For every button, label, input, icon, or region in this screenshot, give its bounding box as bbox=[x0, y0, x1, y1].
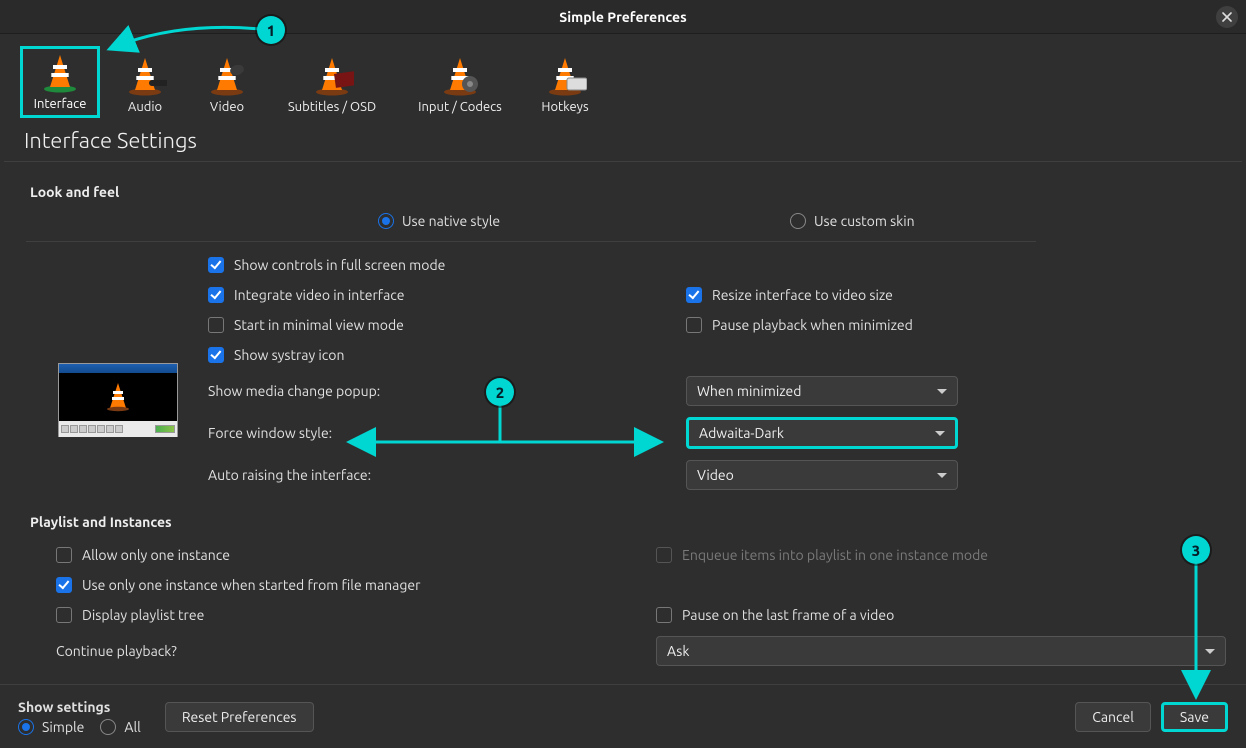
label-media-popup: Show media change popup: bbox=[208, 370, 678, 412]
button-label: Cancel bbox=[1092, 709, 1134, 725]
close-button[interactable] bbox=[1216, 6, 1238, 28]
chk-pause-last-frame[interactable]: Pause on the last frame of a video bbox=[656, 600, 1226, 630]
chevron-down-icon bbox=[1205, 649, 1215, 654]
checkbox-label: Allow only one instance bbox=[82, 547, 230, 563]
select-value: Ask bbox=[667, 643, 689, 659]
checkbox-label: Show systray icon bbox=[234, 347, 344, 363]
checkbox-icon bbox=[208, 347, 224, 363]
tab-label: Audio bbox=[128, 100, 162, 114]
radio-icon bbox=[378, 213, 394, 229]
select-force-window-style[interactable]: Adwaita-Dark bbox=[686, 417, 958, 449]
chk-display-tree[interactable]: Display playlist tree bbox=[56, 600, 636, 630]
show-settings-heading: Show settings bbox=[18, 699, 141, 715]
radio-icon bbox=[100, 719, 116, 735]
tab-codecs[interactable]: Input / Codecs bbox=[400, 52, 520, 118]
checkbox-icon bbox=[56, 577, 72, 593]
chk-pause-minimized[interactable]: Pause playback when minimized bbox=[686, 310, 1216, 340]
cancel-button[interactable]: Cancel bbox=[1075, 702, 1151, 732]
reset-preferences-button[interactable]: Reset Preferences bbox=[165, 702, 314, 732]
checkbox-icon bbox=[686, 287, 702, 303]
radio-icon bbox=[18, 719, 34, 735]
tab-interface[interactable]: Interface bbox=[20, 46, 100, 118]
checkbox-icon bbox=[656, 547, 672, 563]
radio-label: Use custom skin bbox=[814, 213, 915, 229]
close-icon bbox=[1222, 9, 1232, 25]
radio-custom-skin[interactable]: Use custom skin bbox=[790, 213, 915, 229]
interface-preview-thumbnail bbox=[58, 309, 178, 437]
tab-video[interactable]: Video bbox=[190, 52, 264, 118]
radio-icon bbox=[790, 213, 806, 229]
tab-label: Interface bbox=[34, 97, 87, 111]
titlebar: Simple Preferences bbox=[0, 0, 1246, 34]
checkbox-icon bbox=[656, 607, 672, 623]
checkbox-label: Pause playback when minimized bbox=[712, 317, 913, 333]
chk-enqueue: Enqueue items into playlist in one insta… bbox=[656, 540, 1226, 570]
chk-resize-to-video[interactable]: Resize interface to video size bbox=[686, 280, 1216, 310]
tab-label: Input / Codecs bbox=[418, 100, 502, 114]
button-label: Save bbox=[1180, 709, 1209, 725]
section-playlist: Playlist and Instances bbox=[30, 506, 1216, 536]
label-continue-playback: Continue playback? bbox=[56, 630, 636, 672]
bottom-bar: Show settings Simple All Reset Preferenc… bbox=[0, 684, 1246, 748]
select-value: Adwaita-Dark bbox=[699, 425, 784, 441]
radio-label: Simple bbox=[42, 719, 84, 735]
checkbox-icon bbox=[56, 547, 72, 563]
radio-label: Use native style bbox=[402, 213, 500, 229]
window-title: Simple Preferences bbox=[559, 9, 686, 25]
checkbox-icon bbox=[208, 287, 224, 303]
chk-fullscreen-controls[interactable]: Show controls in full screen mode bbox=[208, 250, 678, 280]
tab-label: Subtitles / OSD bbox=[288, 100, 376, 114]
checkbox-label: Show controls in full screen mode bbox=[234, 257, 445, 273]
checkbox-label: Pause on the last frame of a video bbox=[682, 607, 894, 623]
radio-native-style[interactable]: Use native style bbox=[378, 213, 790, 229]
tab-subtitles[interactable]: Subtitles / OSD bbox=[272, 52, 392, 118]
checkbox-label: Integrate video in interface bbox=[234, 287, 405, 303]
checkbox-label: Enqueue items into playlist in one insta… bbox=[682, 547, 988, 563]
tab-label: Hotkeys bbox=[541, 100, 588, 114]
chk-fm-instance[interactable]: Use only one instance when started from … bbox=[56, 570, 636, 600]
button-label: Reset Preferences bbox=[182, 709, 297, 725]
checkbox-icon bbox=[56, 607, 72, 623]
select-auto-raise[interactable]: Video bbox=[686, 460, 958, 490]
page-title: Interface Settings bbox=[4, 120, 1242, 162]
select-value: Video bbox=[697, 467, 734, 483]
category-tabs: Interface Audio Video bbox=[0, 34, 1246, 120]
cone-video-icon bbox=[203, 56, 251, 96]
checkbox-label: Resize interface to video size bbox=[712, 287, 893, 303]
radio-show-simple[interactable]: Simple bbox=[18, 719, 84, 735]
checkbox-label: Start in minimal view mode bbox=[234, 317, 404, 333]
settings-pane[interactable]: Look and feel Use native style Use custo… bbox=[6, 170, 1240, 684]
select-value: When minimized bbox=[697, 383, 801, 399]
select-media-popup[interactable]: When minimized bbox=[686, 376, 958, 406]
select-continue-playback[interactable]: Ask bbox=[656, 636, 1226, 666]
cone-codecs-icon bbox=[436, 56, 484, 96]
chk-one-instance[interactable]: Allow only one instance bbox=[56, 540, 636, 570]
save-button[interactable]: Save bbox=[1161, 702, 1228, 732]
checkbox-icon bbox=[208, 317, 224, 333]
cone-subtitles-icon bbox=[308, 56, 356, 96]
radio-show-all[interactable]: All bbox=[100, 719, 140, 735]
cone-audio-icon bbox=[121, 56, 169, 96]
section-look-and-feel: Look and feel bbox=[30, 176, 1216, 206]
tab-label: Video bbox=[210, 100, 244, 114]
label-auto-raise: Auto raising the interface: bbox=[208, 454, 678, 496]
cone-hotkeys-icon bbox=[541, 56, 589, 96]
checkbox-icon bbox=[686, 317, 702, 333]
checkbox-icon bbox=[208, 257, 224, 273]
chk-systray-icon[interactable]: Show systray icon bbox=[208, 340, 678, 370]
tab-hotkeys[interactable]: Hotkeys bbox=[528, 52, 602, 118]
chevron-down-icon bbox=[937, 389, 947, 394]
label-force-style: Force window style: bbox=[208, 412, 678, 454]
chevron-down-icon bbox=[937, 473, 947, 478]
tab-audio[interactable]: Audio bbox=[108, 52, 182, 118]
cone-interface-icon bbox=[36, 53, 84, 93]
chk-minimal-view[interactable]: Start in minimal view mode bbox=[208, 310, 678, 340]
chevron-down-icon bbox=[935, 431, 945, 436]
checkbox-label: Use only one instance when started from … bbox=[82, 577, 420, 593]
checkbox-label: Display playlist tree bbox=[82, 607, 204, 623]
radio-label: All bbox=[124, 719, 140, 735]
chk-integrate-video[interactable]: Integrate video in interface bbox=[208, 280, 678, 310]
